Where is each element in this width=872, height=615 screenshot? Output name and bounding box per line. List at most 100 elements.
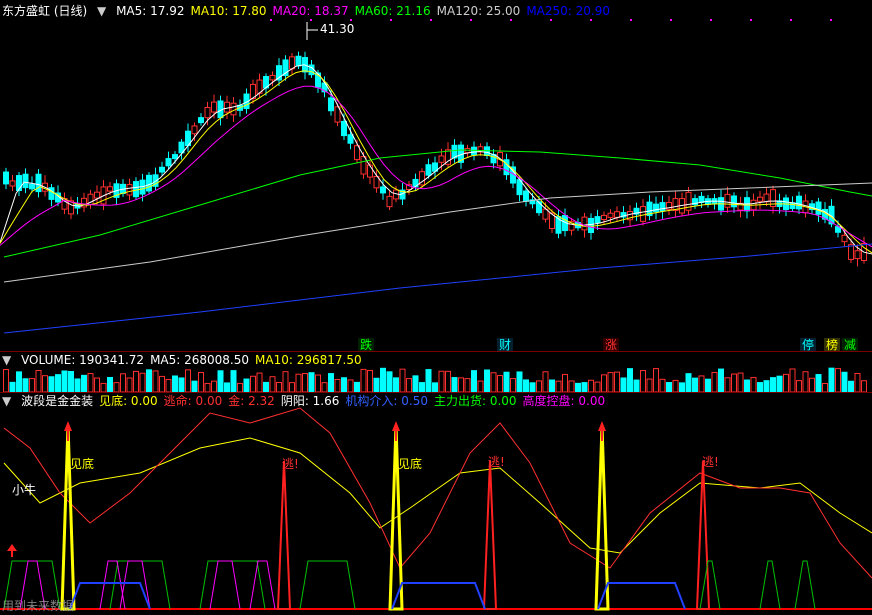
volume-bar	[354, 381, 360, 392]
volume-bar	[9, 381, 16, 392]
candle-body	[640, 206, 646, 222]
candle-body	[815, 201, 822, 215]
volume-bar	[614, 371, 620, 392]
indicator-red-line	[3, 407, 872, 579]
volume-bar	[230, 370, 237, 392]
green-band	[794, 560, 816, 610]
jiandi-label: 见底	[70, 456, 94, 471]
marker-dot	[790, 19, 792, 21]
indicator-panel[interactable]: ▼ 波段是金金装 见底: 0.00 逃命: 0.00 金: 2.32 阴阳: 1.66 机…	[0, 393, 872, 615]
volume-bar	[126, 377, 133, 392]
blue-plateau	[391, 582, 486, 610]
volume-bar	[763, 380, 770, 392]
volume-bar	[692, 377, 698, 392]
candle-body	[133, 181, 139, 198]
volume-bar	[471, 370, 477, 392]
volume-bar	[438, 370, 445, 392]
taoming-label: 逃!	[488, 455, 505, 469]
marker-dot	[510, 19, 512, 21]
volume-bar	[172, 375, 178, 392]
volume-bar	[646, 378, 653, 392]
candle-body	[94, 191, 100, 199]
volume-bar	[601, 374, 607, 392]
green-band	[299, 560, 356, 610]
main-chart-panel[interactable]: 东方盛虹 (日线) ▼ MA5: 17.92 MA10: 17.80 MA20: 1…	[0, 0, 872, 352]
volume-bar	[263, 381, 269, 392]
volume-bar	[451, 377, 458, 392]
candle-body	[146, 174, 152, 192]
volume-bar	[295, 373, 302, 392]
badge-cai[interactable]: 财	[497, 338, 514, 352]
up-arrow-icon	[64, 421, 72, 431]
volume-bar	[3, 369, 9, 392]
candle-body	[380, 186, 386, 194]
volume-bar	[360, 368, 367, 392]
volume-bar	[165, 379, 172, 392]
candlestick-chart[interactable]: 41.30	[0, 0, 872, 350]
volume-bar	[802, 371, 809, 392]
volume-bar	[211, 380, 217, 392]
candle-body	[536, 201, 542, 214]
badge-jian[interactable]: 减	[842, 338, 859, 352]
candle-body	[659, 202, 666, 212]
candle-body	[607, 212, 614, 218]
volume-chart[interactable]	[0, 352, 872, 392]
volume-bar	[68, 371, 74, 392]
marker-dot	[670, 19, 672, 21]
volume-bar	[633, 379, 640, 392]
green-band	[759, 560, 781, 610]
candle-body	[588, 217, 594, 234]
volume-bar	[594, 381, 601, 392]
volume-bar	[224, 382, 230, 392]
volume-bar	[107, 376, 113, 392]
high-price-label: 41.30	[320, 22, 354, 36]
volume-bar	[783, 373, 789, 392]
candle-body	[594, 216, 601, 224]
volume-bar	[555, 380, 562, 392]
candle-body	[16, 175, 22, 191]
badge-bang[interactable]: 榜	[824, 338, 841, 352]
taoming-label: 逃!	[702, 455, 719, 469]
volume-bar	[809, 377, 815, 392]
volume-bar	[204, 382, 211, 392]
badge-ting[interactable]: 停	[800, 338, 817, 352]
volume-bar	[854, 373, 861, 392]
volume-bar	[659, 378, 666, 392]
volume-bar	[367, 369, 373, 392]
candle-body	[386, 195, 393, 208]
up-arrow-icon	[392, 421, 400, 431]
volume-bar	[22, 378, 29, 392]
volume-bar	[133, 370, 139, 392]
candle-body	[341, 120, 347, 137]
volume-bar	[822, 382, 828, 392]
volume-bar	[536, 380, 542, 392]
taoming-label: 逃!	[282, 457, 299, 471]
volume-bar	[74, 378, 81, 392]
volume-bar	[81, 374, 87, 392]
candle-body	[204, 107, 211, 119]
volume-bar	[373, 377, 380, 392]
volume-panel[interactable]: ▼ VOLUME: 190341.72 MA5: 268008.50 MA10: 2…	[0, 352, 872, 392]
volume-bar	[139, 372, 146, 392]
volume-bar	[698, 375, 705, 392]
volume-bar	[627, 368, 633, 392]
volume-bar	[458, 377, 464, 392]
volume-bar	[308, 372, 315, 392]
badge-zhang[interactable]: 涨	[603, 338, 620, 352]
volume-bar	[549, 379, 555, 392]
volume-bar	[731, 373, 737, 392]
indicator-chart[interactable]: 见底 见底 逃! 逃! 逃!	[0, 393, 872, 615]
indicator-yellow-line	[3, 437, 872, 554]
candle-body	[29, 183, 35, 190]
badge-die[interactable]: 跌	[358, 338, 375, 352]
volume-bar	[412, 375, 419, 392]
volume-bar	[419, 382, 425, 392]
marker-dot	[630, 19, 632, 21]
volume-bar	[581, 382, 588, 392]
candle-body	[614, 211, 620, 218]
volume-bar	[321, 382, 328, 392]
volume-bar	[334, 379, 341, 392]
candle-body	[22, 173, 29, 189]
jiandi-spike	[60, 424, 76, 611]
candle-body	[159, 166, 165, 173]
